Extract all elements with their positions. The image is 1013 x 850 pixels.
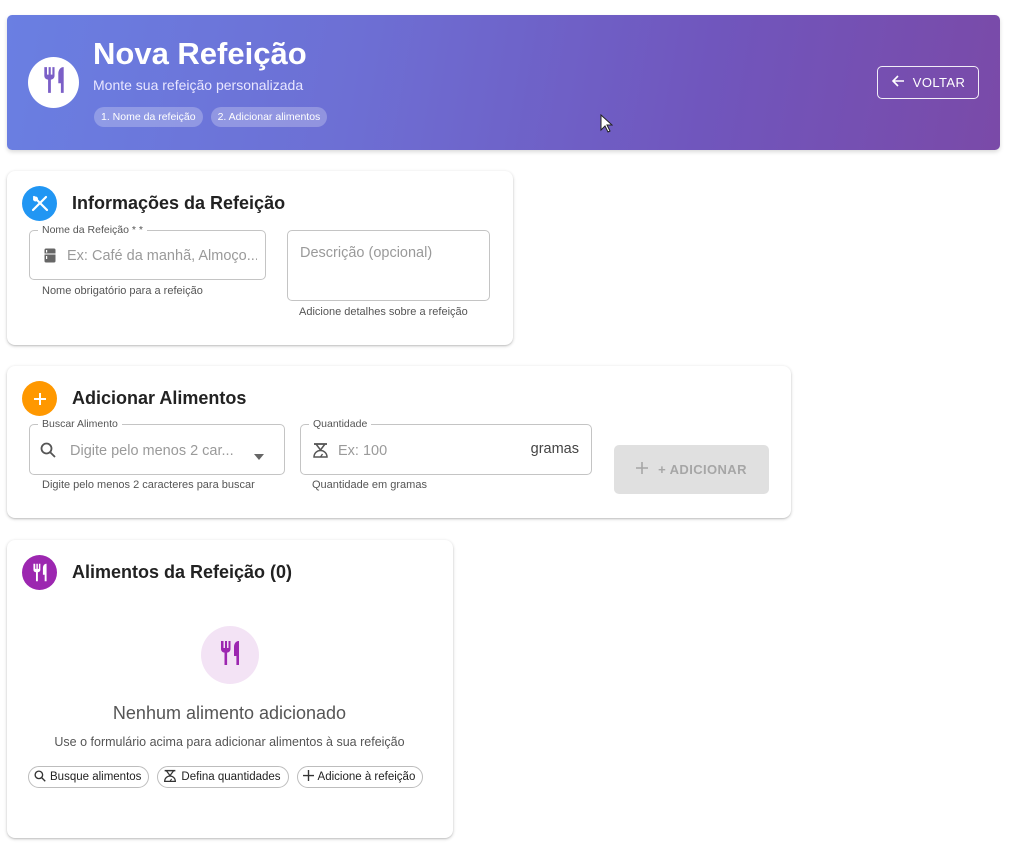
- back-button[interactable]: VOLTAR: [877, 66, 979, 99]
- scale-icon: [312, 442, 329, 464]
- meal-name-input[interactable]: [67, 246, 257, 266]
- restaurant-icon: [41, 66, 67, 99]
- header-avatar: [28, 57, 79, 108]
- page-subtitle: Monte sua refeição personalizada: [93, 77, 304, 93]
- meal-name-helper: Nome obrigatório para a refeição: [42, 285, 203, 297]
- restaurant-icon: [218, 640, 242, 671]
- scale-icon: [163, 769, 177, 786]
- mouse-cursor-icon: [600, 113, 614, 138]
- restaurant-icon: [22, 555, 57, 590]
- search-icon: [34, 769, 46, 785]
- back-button-label: VOLTAR: [912, 75, 966, 90]
- empty-state-title: Nenhum alimento adicionado: [112, 703, 347, 723]
- description-field[interactable]: [287, 230, 490, 301]
- arrow-left-icon: [891, 74, 905, 91]
- quantity-field[interactable]: Quantidade gramas: [300, 417, 592, 475]
- meal-foods-title: Alimentos da Refeição (0): [72, 562, 293, 582]
- empty-state-text: Use o formulário acima para adicionar al…: [54, 735, 405, 749]
- tip-chip-add: Adicione à refeição: [296, 766, 424, 788]
- add-food-button[interactable]: + ADICIONAR: [614, 445, 769, 494]
- empty-state-icon-circle: [201, 626, 259, 684]
- meal-foods-card: Alimentos da Refeição (0) Nenhum aliment…: [7, 540, 453, 838]
- plus-icon: [22, 381, 57, 416]
- food-search-helper: Digite pelo menos 2 caracteres para busc…: [42, 479, 255, 491]
- quantity-input[interactable]: [338, 441, 508, 461]
- fridge-icon: [44, 248, 56, 268]
- plus-icon: [302, 770, 314, 784]
- page-title: Nova Refeição: [93, 36, 307, 71]
- tip-chip-quantity: Defina quantidades: [157, 766, 289, 788]
- page-header: Nova Refeição Monte sua refeição persona…: [7, 15, 1000, 150]
- description-helper: Adicione detalhes sobre a refeição: [299, 306, 468, 318]
- search-icon: [40, 442, 56, 463]
- tip-label: Defina quantidades: [181, 771, 281, 783]
- meal-info-title: Informações da Refeição: [72, 193, 286, 213]
- tip-label: Busque alimentos: [50, 771, 142, 783]
- add-food-button-label: + ADICIONAR: [658, 462, 747, 477]
- tips-row: Busque alimentos Defina quantidades Adic…: [28, 766, 424, 788]
- dropdown-arrow-icon[interactable]: [254, 447, 264, 465]
- meal-name-label: Nome da Refeição * *: [38, 223, 147, 237]
- meal-name-field[interactable]: Nome da Refeição * *: [29, 223, 266, 280]
- description-input[interactable]: [300, 245, 480, 293]
- food-search-label: Buscar Alimento: [38, 417, 122, 431]
- step-chip-foods: 2. Adicionar alimentos: [210, 107, 328, 127]
- food-search-input[interactable]: [70, 441, 250, 461]
- add-foods-title: Adicionar Alimentos: [72, 388, 247, 408]
- plus-icon: [636, 462, 649, 477]
- utensils-crossed-icon: [22, 186, 57, 221]
- step-indicator: 1. Nome da refeição 2. Adicionar aliment…: [94, 107, 328, 127]
- add-foods-card: Adicionar Alimentos Buscar Alimento Digi…: [7, 366, 791, 518]
- food-search-field[interactable]: Buscar Alimento: [29, 417, 285, 475]
- quantity-unit: gramas: [530, 441, 579, 457]
- step-chip-name: 1. Nome da refeição: [94, 107, 203, 127]
- quantity-label: Quantidade: [309, 417, 372, 431]
- tip-chip-search: Busque alimentos: [28, 766, 150, 788]
- meal-info-card: Informações da Refeição Nome da Refeição…: [7, 171, 513, 345]
- tip-label: Adicione à refeição: [317, 771, 416, 783]
- quantity-helper: Quantidade em gramas: [312, 479, 427, 491]
